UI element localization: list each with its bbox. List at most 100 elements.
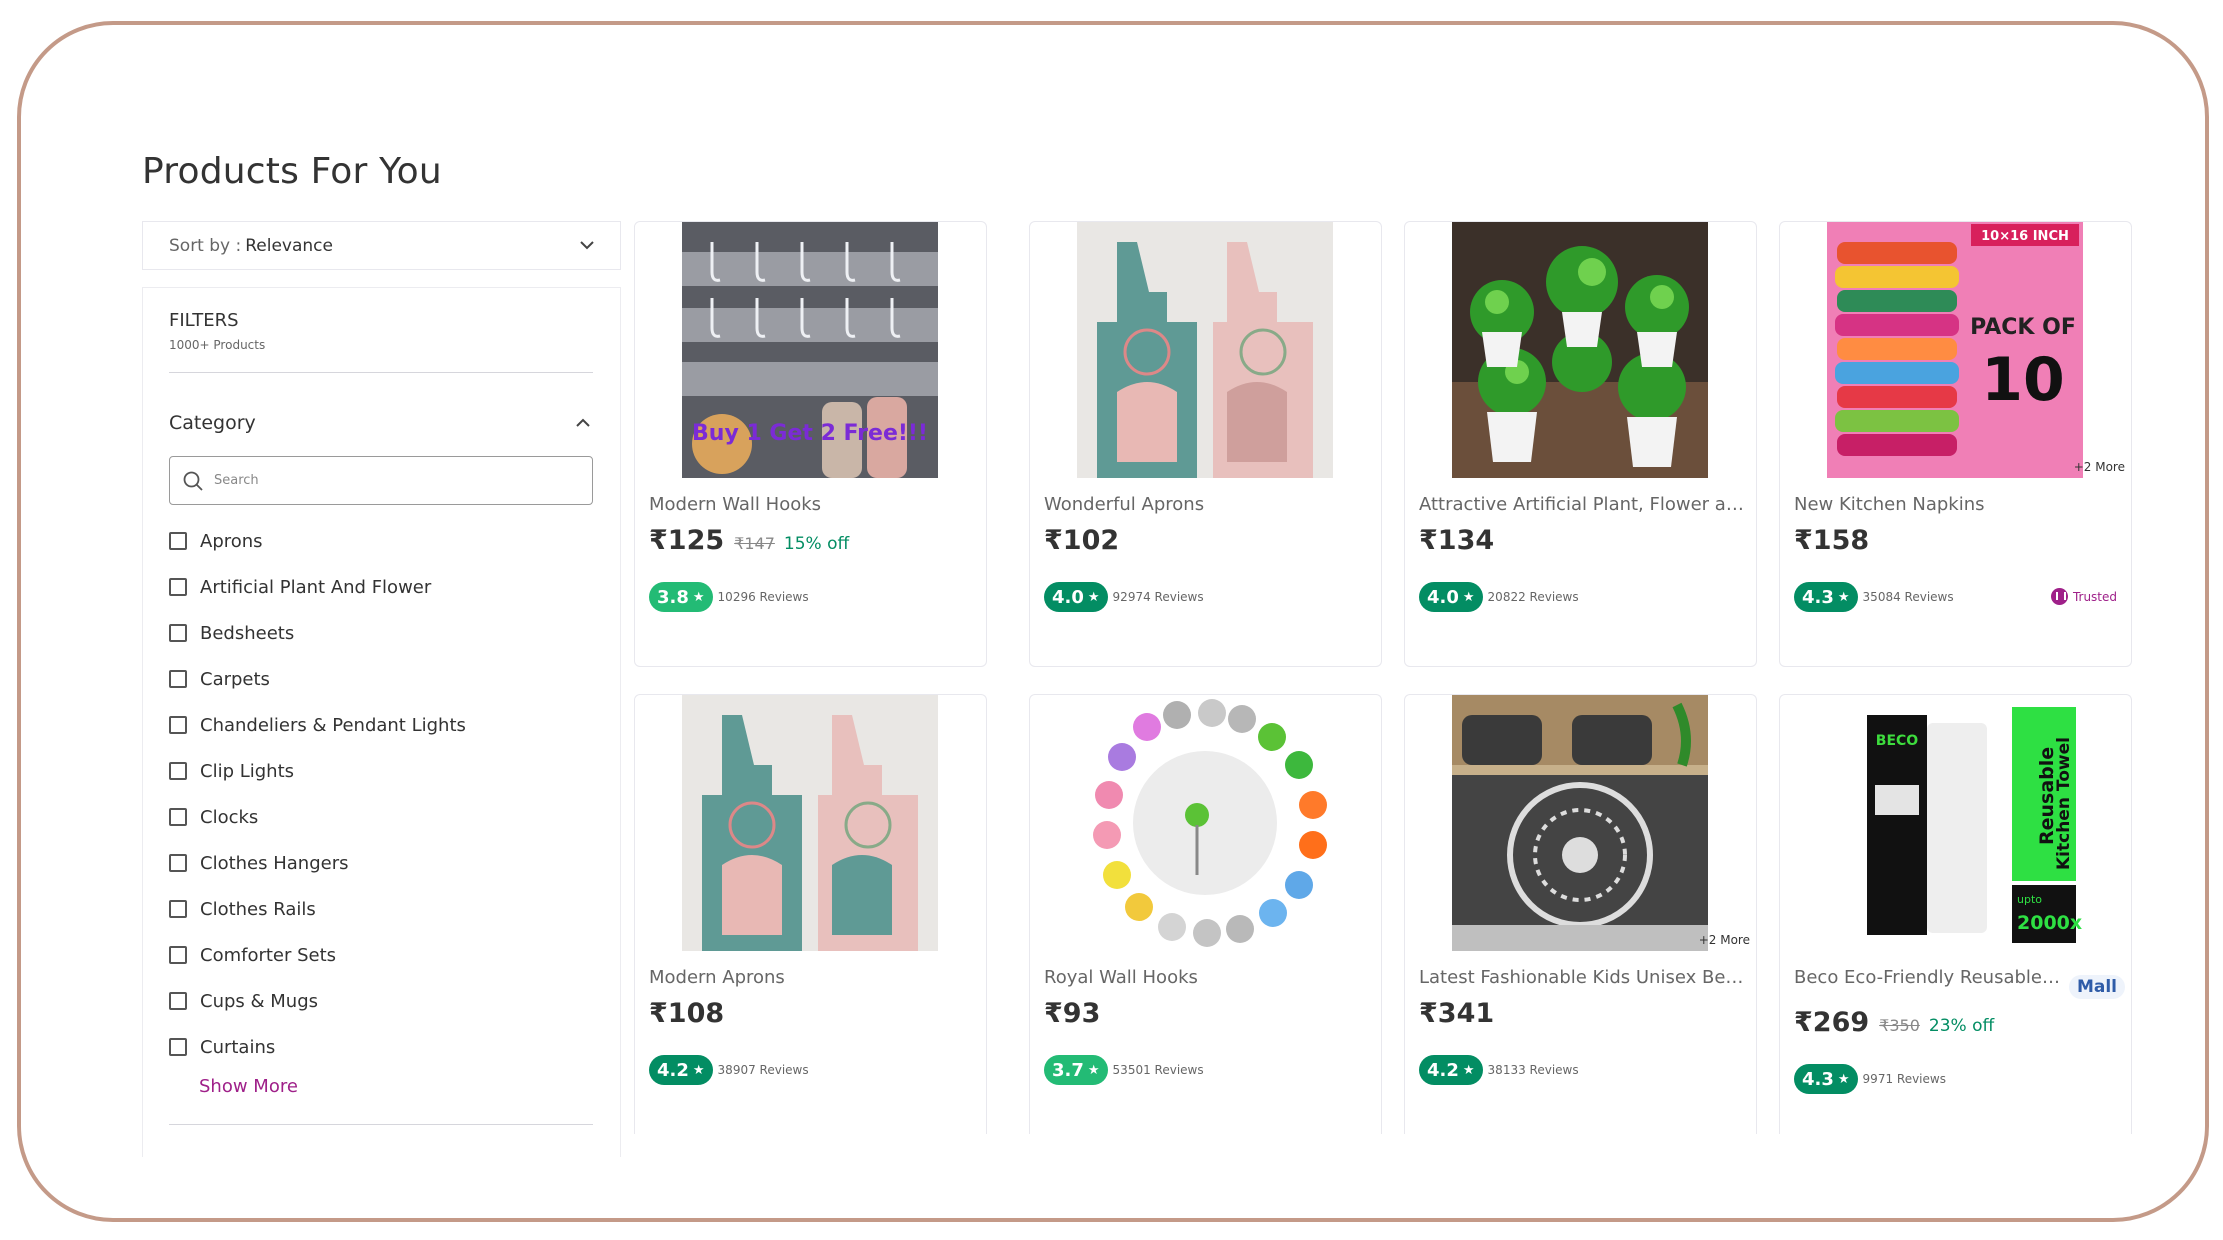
category-search[interactable] (169, 456, 593, 505)
checkbox[interactable] (169, 624, 187, 642)
more-variants-badge[interactable]: +2 More (2074, 460, 2125, 474)
rating-value: 4.2 (1427, 1059, 1459, 1081)
star-icon: ★ (1462, 1062, 1475, 1078)
product-name[interactable]: New Kitchen Napkins (1794, 494, 2124, 515)
checkbox[interactable] (169, 808, 187, 826)
star-icon: ★ (1837, 589, 1850, 605)
review-count: 38907 Reviews (717, 1063, 809, 1077)
checkbox[interactable] (169, 578, 187, 596)
product-card[interactable]: Attractive Artificial Plant, Flower and … (1404, 221, 1757, 667)
kitchen-towel-icon: BECO Reusable Kitchen Towel upto 2000x (1827, 695, 2083, 951)
product-name[interactable]: Wonderful Aprons (1044, 494, 1374, 515)
product-image[interactable]: Buy 1 Get 2 Free!!! (682, 222, 938, 478)
product-name[interactable]: Beco Eco-Friendly Reusable Kit... (1794, 967, 2064, 988)
trusted-badge: Trusted (2050, 588, 2117, 605)
product-name[interactable]: Latest Fashionable Kids Unisex Bedsh... (1419, 967, 1749, 988)
category-option[interactable]: Cups & Mugs (169, 978, 466, 1024)
checkbox[interactable] (169, 854, 187, 872)
checkbox[interactable] (169, 900, 187, 918)
category-search-input[interactable] (214, 473, 574, 488)
product-mrp: ₹147 (734, 534, 775, 553)
category-option[interactable]: Clocks (169, 794, 466, 840)
category-label: Clocks (200, 806, 259, 828)
rating-row: 3.8 ★ 10296 Reviews (649, 582, 809, 612)
thumb-hooks-icon (1077, 695, 1333, 951)
checkbox[interactable] (169, 992, 187, 1010)
product-name[interactable]: Attractive Artificial Plant, Flower and … (1419, 494, 1749, 515)
star-icon: ★ (1462, 589, 1475, 605)
filters-title: FILTERS (169, 310, 239, 331)
sort-dropdown[interactable]: Sort by : Relevance (142, 221, 621, 270)
trusted-label: Trusted (2072, 589, 2117, 604)
checkbox[interactable] (169, 946, 187, 964)
product-price: ₹134 (1419, 525, 1495, 556)
chevron-down-icon (580, 241, 594, 250)
rating-row: 4.3 ★ 35084 Reviews (1794, 582, 1954, 612)
mall-badge: Mall (2068, 975, 2125, 999)
category-option[interactable]: Clothes Hangers (169, 840, 466, 886)
category-option[interactable]: Aprons (169, 518, 466, 564)
checkbox[interactable] (169, 532, 187, 550)
product-image[interactable]: 10×16 INCH PACK OF 10 (1827, 222, 2083, 478)
checkbox[interactable] (169, 762, 187, 780)
review-count: 10296 Reviews (717, 590, 809, 604)
product-image[interactable] (1077, 695, 1333, 951)
product-card[interactable]: Royal Wall Hooks ₹93 3.7 ★ 53501 Reviews (1029, 694, 1382, 1134)
product-image[interactable] (1452, 695, 1708, 951)
pack-count: 10 (1981, 345, 2065, 415)
product-price: ₹158 (1794, 525, 1870, 556)
star-icon: ★ (692, 1062, 705, 1078)
upto-label: upto (2017, 893, 2042, 906)
rating-badge: 4.2 ★ (1419, 1055, 1483, 1085)
checkbox[interactable] (169, 716, 187, 734)
product-card[interactable]: BECO Reusable Kitchen Towel upto 2000x B… (1779, 694, 2132, 1134)
rating-row: 4.2 ★ 38133 Reviews (1419, 1055, 1579, 1085)
product-name[interactable]: Royal Wall Hooks (1044, 967, 1374, 988)
star-icon: ★ (1087, 589, 1100, 605)
product-image[interactable] (682, 695, 938, 951)
product-card[interactable]: Buy 1 Get 2 Free!!! Modern Wall Hooks ₹1… (634, 221, 987, 667)
products-count: 1000+ Products (169, 338, 266, 352)
chevron-up-icon[interactable] (574, 414, 592, 432)
category-option[interactable]: Bedsheets (169, 610, 466, 656)
product-card[interactable]: +2 More Latest Fashionable Kids Unisex B… (1404, 694, 1757, 1134)
product-image[interactable]: BECO Reusable Kitchen Towel upto 2000x (1827, 695, 2083, 951)
product-card[interactable]: Modern Aprons ₹108 4.2 ★ 38907 Reviews (634, 694, 987, 1134)
more-variants-badge[interactable]: +2 More (1699, 933, 1750, 947)
category-label: Chandeliers & Pendant Lights (200, 714, 466, 736)
product-name[interactable]: Modern Aprons (649, 967, 979, 988)
product-price: ₹102 (1044, 525, 1120, 556)
rating-value: 3.7 (1052, 1059, 1084, 1081)
review-count: 9971 Reviews (1862, 1072, 1946, 1086)
category-option[interactable]: Clip Lights (169, 748, 466, 794)
category-option[interactable]: Clothes Rails (169, 886, 466, 932)
product-image[interactable] (1452, 222, 1708, 478)
product-card[interactable]: 10×16 INCH PACK OF 10 +2 More New Kitche… (1779, 221, 2132, 667)
review-count: 20822 Reviews (1487, 590, 1579, 604)
apron-icon (1077, 222, 1333, 478)
bedsheet-icon (1452, 695, 1708, 951)
price-row: ₹269 ₹350 23% off (1794, 1007, 1994, 1038)
category-option[interactable]: Comforter Sets (169, 932, 466, 978)
checkbox[interactable] (169, 670, 187, 688)
category-option[interactable]: Artificial Plant And Flower (169, 564, 466, 610)
category-label: Artificial Plant And Flower (200, 576, 432, 598)
product-image[interactable] (1077, 222, 1333, 478)
towel-line-2: Kitchen Towel (2054, 737, 2074, 870)
category-option[interactable]: Carpets (169, 656, 466, 702)
category-label: Cups & Mugs (200, 990, 319, 1012)
potted-plant-icon (1452, 222, 1708, 478)
category-option[interactable]: Chandeliers & Pendant Lights (169, 702, 466, 748)
category-label: Clothes Hangers (200, 852, 349, 874)
product-card[interactable]: Wonderful Aprons ₹102 4.0 ★ 92974 Reviews (1029, 221, 1382, 667)
sort-value: Relevance (245, 235, 333, 256)
rating-badge: 4.0 ★ (1044, 582, 1108, 612)
product-name[interactable]: Modern Wall Hooks (649, 494, 979, 515)
category-title[interactable]: Category (169, 412, 256, 434)
show-more-link[interactable]: Show More (199, 1076, 298, 1097)
category-option[interactable]: Curtains (169, 1024, 466, 1070)
star-icon: ★ (692, 589, 705, 605)
times-label: 2000x (2017, 912, 2082, 934)
checkbox[interactable] (169, 1038, 187, 1056)
rating-badge: 4.2 ★ (649, 1055, 713, 1085)
